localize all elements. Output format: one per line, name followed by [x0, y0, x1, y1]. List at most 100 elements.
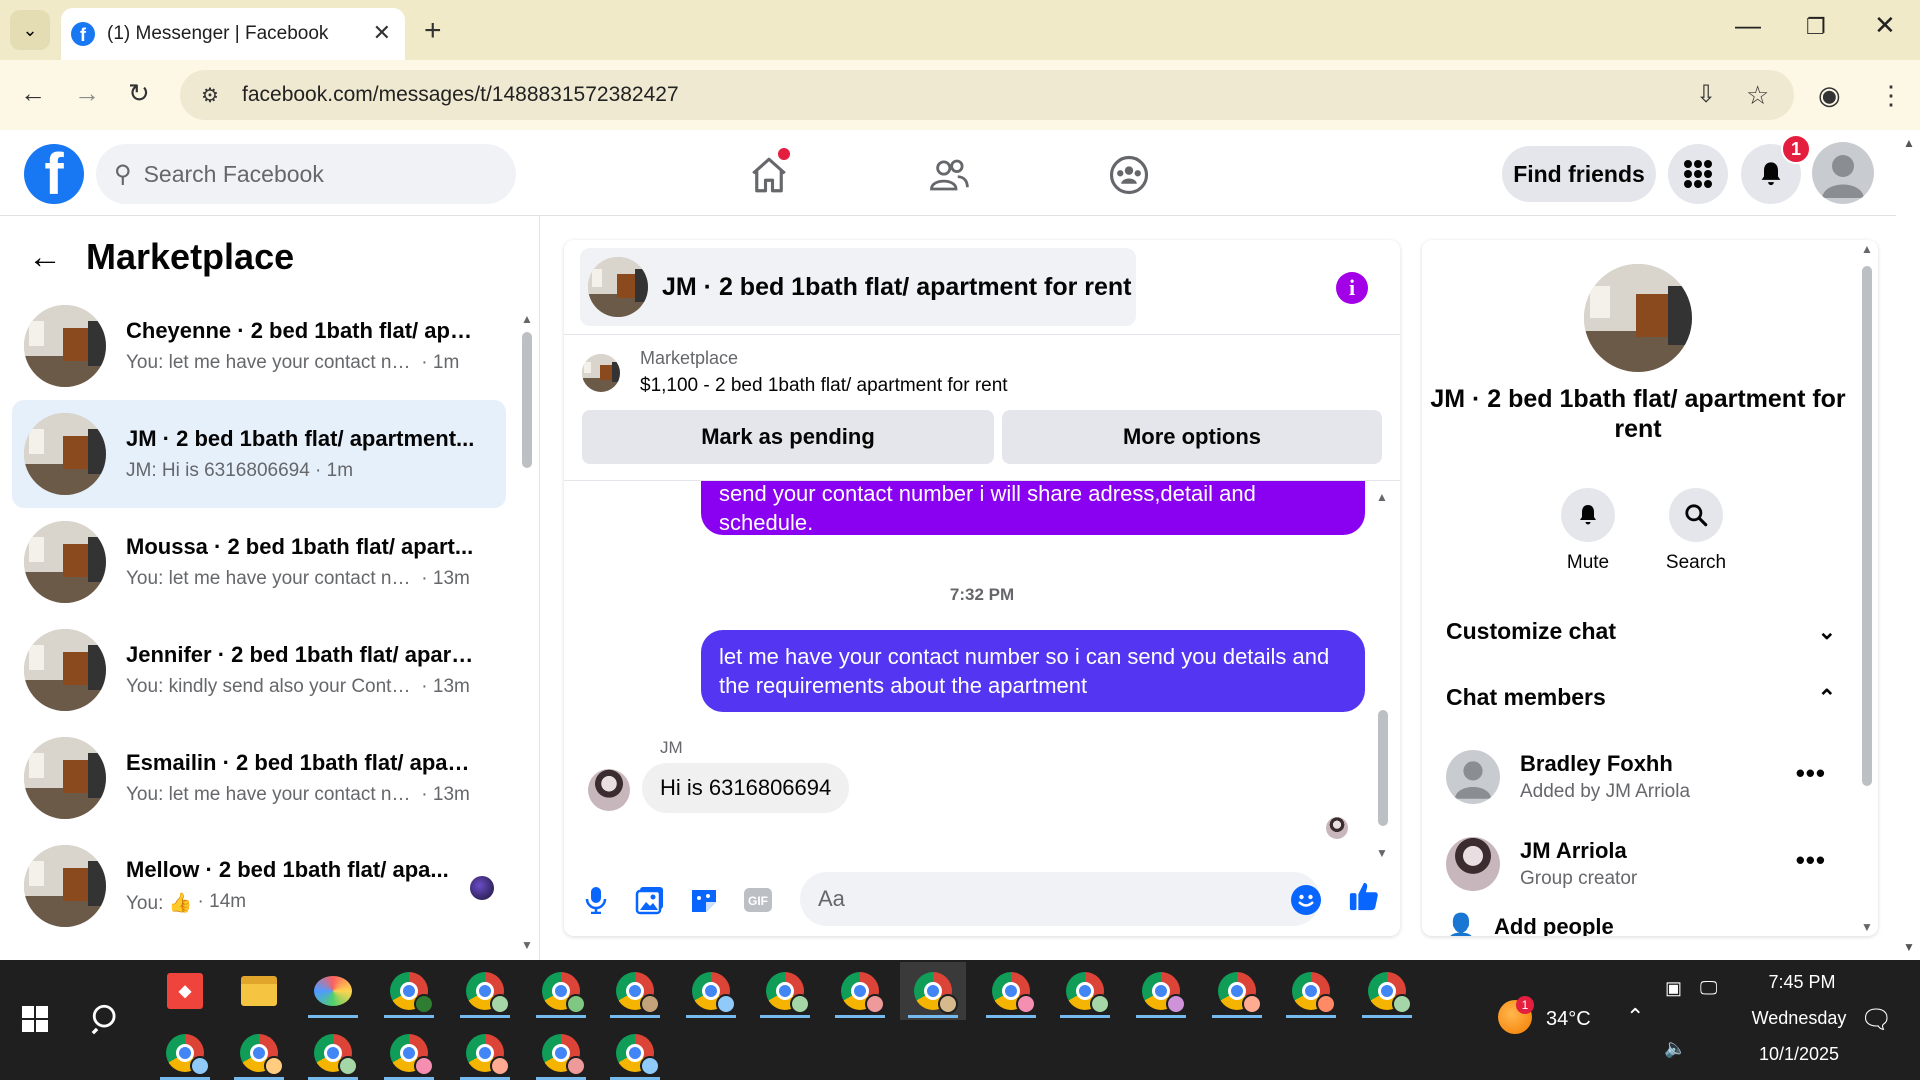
conversation-scrollbar[interactable]: ▲: [520, 312, 534, 532]
conversation-item[interactable]: Esmailin · 2 bed 1bath flat/ apart... You…: [12, 724, 506, 832]
menu-grid-button[interactable]: [1668, 144, 1728, 204]
browser-tab[interactable]: f (1) Messenger | Facebook ✕: [61, 8, 405, 60]
taskbar-app-chrome[interactable]: [678, 962, 744, 1020]
conversation-snippet: You: let me have your contact nu...: [126, 568, 416, 589]
url-text[interactable]: facebook.com/messages/t/1488831572382427: [242, 83, 679, 107]
taskbar-app-chrome[interactable]: [1128, 962, 1194, 1020]
message-scrollbar[interactable]: ▲ ▼: [1374, 490, 1392, 860]
mark-as-pending-button[interactable]: Mark as pending: [582, 410, 994, 464]
page-scrollbar[interactable]: ▲ ▼: [1898, 130, 1920, 960]
taskbar-app-chrome[interactable]: [1204, 962, 1270, 1020]
nav-groups[interactable]: [1104, 150, 1154, 200]
taskbar-app-chrome[interactable]: [1278, 962, 1344, 1020]
clock-day[interactable]: Wednesday: [1738, 1008, 1860, 1029]
conversation-item[interactable]: Mellow · 2 bed 1bath flat/ apa... You: 👍 …: [12, 832, 506, 940]
search-action[interactable]: Search: [1656, 488, 1736, 574]
taskbar-app-chrome[interactable]: [528, 962, 594, 1020]
taskbar-app-chrome[interactable]: [978, 962, 1044, 1020]
clock-date[interactable]: 10/1/2025: [1744, 1044, 1854, 1065]
taskbar-app-chrome[interactable]: [376, 1024, 442, 1082]
conversation-item[interactable]: Cheyenne · 2 bed 1bath flat/ apa... You: …: [12, 292, 506, 400]
taskbar-app-paint[interactable]: [300, 962, 366, 1020]
microphone-icon[interactable]: [580, 884, 612, 916]
profile-circle-icon[interactable]: ◉: [1818, 80, 1841, 111]
back-arrow-icon[interactable]: ←: [20, 78, 46, 109]
more-options-button[interactable]: More options: [1002, 410, 1382, 464]
minimize-icon[interactable]: —: [1735, 10, 1761, 41]
taskbar-app-chrome[interactable]: [1354, 962, 1420, 1020]
window-close-icon[interactable]: ✕: [1874, 10, 1896, 41]
network-icon[interactable]: 🖵: [1700, 978, 1717, 999]
sticker-icon[interactable]: [688, 884, 720, 916]
info-scrollbar[interactable]: ▲ ▼: [1858, 240, 1876, 936]
taskbar-app-chrome[interactable]: [752, 962, 818, 1020]
outgoing-message[interactable]: send your contact number i will share ad…: [701, 481, 1365, 535]
meet-now-icon[interactable]: ▣: [1665, 978, 1682, 999]
facebook-logo-icon[interactable]: f: [24, 144, 84, 204]
conversation-item[interactable]: Moussa · 2 bed 1bath flat/ apart... You: …: [12, 508, 506, 616]
address-bar[interactable]: ⚙ facebook.com/messages/t/14888315723824…: [180, 70, 1794, 120]
new-tab-plus-icon[interactable]: +: [424, 14, 442, 48]
listing-summary[interactable]: Marketplace $1,100 - 2 bed 1bath flat/ a…: [582, 348, 1008, 397]
taskbar-app-chrome[interactable]: [528, 1024, 594, 1082]
taskbar-app-chrome[interactable]: [226, 1024, 292, 1082]
notification-center-icon[interactable]: 🗨: [1860, 1004, 1893, 1035]
conversation-item-active[interactable]: JM · 2 bed 1bath flat/ apartment... JM: H…: [12, 400, 506, 508]
taskbar-app-chrome[interactable]: [452, 962, 518, 1020]
thumbs-up-icon[interactable]: [1348, 880, 1380, 912]
temperature[interactable]: 34°C: [1546, 1008, 1591, 1031]
nav-friends[interactable]: [924, 150, 974, 200]
show-hidden-icons-chevron-icon[interactable]: ⌃: [1626, 1004, 1644, 1030]
taskbar-app-chrome[interactable]: [300, 1024, 366, 1082]
bookmark-star-icon[interactable]: ☆: [1746, 80, 1769, 111]
restore-icon[interactable]: ❐: [1806, 14, 1826, 40]
chat-members-row[interactable]: Chat members ⌃: [1446, 684, 1836, 711]
find-friends-button[interactable]: Find friends: [1502, 146, 1656, 202]
search-facebook[interactable]: ⚲: [96, 144, 516, 204]
gif-icon[interactable]: GIF: [742, 884, 774, 916]
taskbar-app-chrome[interactable]: [602, 962, 668, 1020]
taskbar-app-chrome[interactable]: [602, 1024, 668, 1082]
taskbar-app-anydesk[interactable]: ◆: [152, 962, 218, 1020]
volume-icon[interactable]: 🔈: [1664, 1038, 1686, 1059]
conversation-name: Cheyenne · 2 bed 1bath flat/ apa...: [126, 318, 476, 343]
profile-avatar[interactable]: [1812, 142, 1874, 204]
taskbar-app-chrome[interactable]: [152, 1024, 218, 1082]
search-input[interactable]: [143, 160, 464, 188]
more-options-icon[interactable]: •••: [1796, 758, 1826, 789]
taskbar-app-chrome[interactable]: [827, 962, 893, 1020]
taskbar-app-chrome-active[interactable]: [900, 962, 966, 1020]
tab-close-icon[interactable]: ✕: [373, 20, 391, 46]
browser-menu-icon[interactable]: ⋮: [1878, 80, 1904, 111]
windows-start-icon[interactable]: [22, 1006, 48, 1037]
scroll-down-icon[interactable]: ▼: [521, 938, 533, 952]
install-app-icon[interactable]: ⇩: [1696, 80, 1716, 109]
outgoing-message[interactable]: let me have your contact number so i can…: [701, 630, 1365, 712]
photo-icon[interactable]: [634, 884, 666, 916]
taskbar-app-chrome[interactable]: [376, 962, 442, 1020]
info-icon[interactable]: i: [1336, 272, 1368, 304]
taskbar-app-file-explorer[interactable]: [226, 962, 292, 1020]
member-item[interactable]: Bradley Foxhh Added by JM Arriola •••: [1446, 740, 1826, 814]
forward-arrow-icon[interactable]: →: [74, 78, 100, 109]
taskbar-app-chrome[interactable]: [1052, 962, 1118, 1020]
tab-search-dropdown[interactable]: ⌄: [10, 10, 50, 50]
message-input[interactable]: [800, 872, 1320, 926]
taskbar-app-chrome[interactable]: [452, 1024, 518, 1082]
sender-avatar[interactable]: [588, 769, 630, 811]
taskbar-search-icon[interactable]: [90, 1002, 124, 1041]
emoji-icon[interactable]: [1291, 885, 1321, 915]
chat-avatar[interactable]: [1584, 264, 1692, 372]
back-arrow-icon[interactable]: ←: [28, 238, 62, 277]
mute-action[interactable]: Mute: [1548, 488, 1628, 574]
member-item[interactable]: JM Arriola Group creator •••: [1446, 827, 1826, 901]
customize-chat-row[interactable]: Customize chat ⌄: [1446, 618, 1836, 645]
more-options-icon[interactable]: •••: [1796, 845, 1826, 876]
add-people-row[interactable]: 👤 Add people: [1446, 912, 1836, 936]
incoming-message[interactable]: Hi is 6316806694: [642, 763, 850, 813]
reload-icon[interactable]: ↻: [128, 78, 150, 109]
clock-time[interactable]: 7:45 PM: [1754, 972, 1850, 993]
site-info-icon[interactable]: ⚙: [196, 81, 224, 109]
conversation-item[interactable]: Jennifer · 2 bed 1bath flat/ apart... You…: [12, 616, 506, 724]
chat-header[interactable]: JM · 2 bed 1bath flat/ apartment for ren…: [580, 248, 1136, 326]
